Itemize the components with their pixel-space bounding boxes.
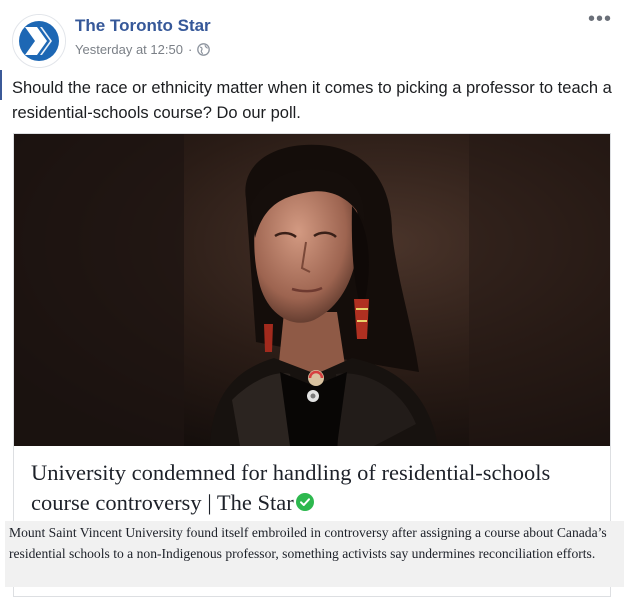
left-edge-marker: [0, 70, 2, 100]
more-options-icon[interactable]: •••: [588, 9, 612, 29]
toronto-star-logo-icon: [13, 15, 65, 67]
meta-separator: ·: [187, 42, 193, 57]
page-name-link[interactable]: The Toronto Star: [75, 16, 211, 36]
page-avatar[interactable]: [12, 14, 66, 68]
article-photo[interactable]: [14, 134, 610, 446]
globe-icon[interactable]: [197, 43, 211, 56]
verified-check-icon: [295, 493, 314, 511]
post-timestamp[interactable]: Yesterday at 12:50: [75, 42, 183, 57]
article-title-text[interactable]: University condemned for handling of res…: [31, 460, 550, 515]
article-title[interactable]: University condemned for handling of res…: [31, 458, 591, 518]
post-text: Should the race or ethnicity matter when…: [12, 79, 612, 122]
facebook-post: The Toronto Star Yesterday at 12:50 · ••…: [0, 0, 624, 606]
post-meta: Yesterday at 12:50 ·: [75, 42, 211, 57]
article-description: Mount Saint Vincent University found its…: [9, 525, 607, 561]
